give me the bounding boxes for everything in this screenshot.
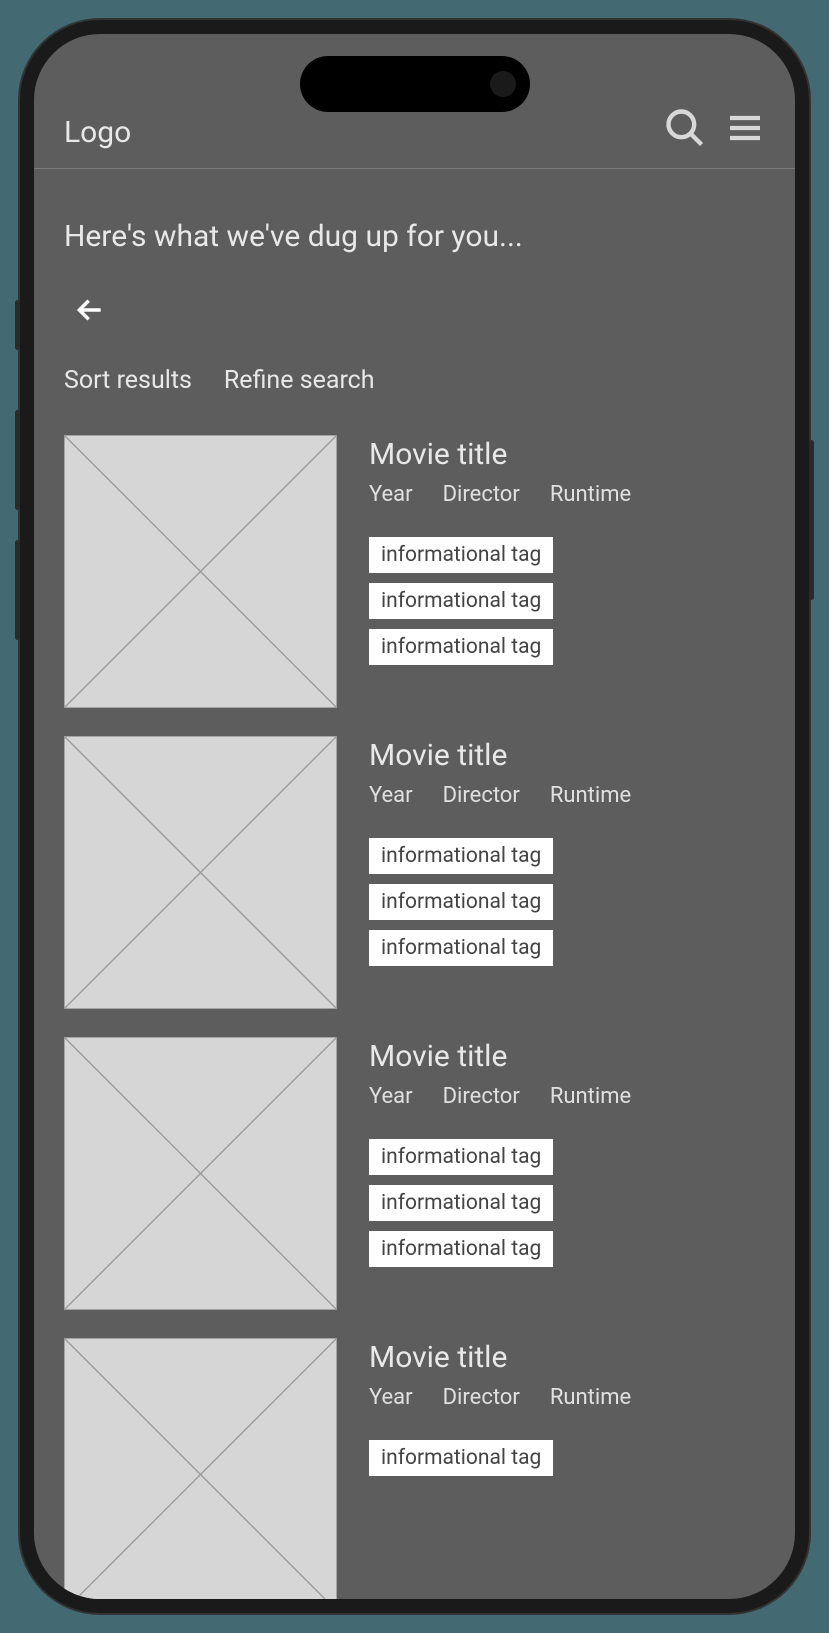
meta-director: Director	[443, 1385, 520, 1410]
sort-results-link[interactable]: Sort results	[64, 366, 192, 395]
meta-row: Year Director Runtime	[369, 783, 765, 808]
back-button[interactable]	[74, 294, 106, 326]
meta-year: Year	[369, 1385, 413, 1410]
info-tag[interactable]: informational tag	[369, 537, 553, 573]
meta-runtime: Runtime	[550, 1084, 631, 1109]
movie-poster-placeholder[interactable]	[64, 736, 337, 1009]
result-item[interactable]: Movie title Year Director Runtime informatio…	[64, 1037, 765, 1310]
meta-runtime: Runtime	[550, 783, 631, 808]
info-tag[interactable]: informational tag	[369, 930, 553, 966]
meta-director: Director	[443, 783, 520, 808]
meta-director: Director	[443, 482, 520, 507]
meta-year: Year	[369, 482, 413, 507]
tag-list: informational tag informational tag inform…	[369, 838, 765, 966]
tag-list: informational tag informational tag inform…	[369, 1139, 765, 1267]
phone-side-button	[15, 540, 20, 640]
meta-runtime: Runtime	[550, 1385, 631, 1410]
info-tag[interactable]: informational tag	[369, 838, 553, 874]
result-item[interactable]: Movie title Year Director Runtime informatio…	[64, 435, 765, 708]
meta-row: Year Director Runtime	[369, 1385, 765, 1410]
meta-year: Year	[369, 783, 413, 808]
meta-year: Year	[369, 1084, 413, 1109]
phone-side-button	[15, 300, 20, 350]
phone-side-button	[15, 410, 20, 510]
refine-search-link[interactable]: Refine search	[224, 366, 375, 395]
content-area: Here's what we've dug up for you... Sort…	[34, 169, 795, 1599]
info-tag[interactable]: informational tag	[369, 629, 553, 665]
phone-camera	[490, 71, 516, 97]
menu-icon[interactable]	[725, 108, 765, 148]
movie-title: Movie title	[369, 738, 765, 773]
movie-title: Movie title	[369, 1340, 765, 1375]
phone-notch	[300, 56, 530, 112]
top-icons	[663, 106, 765, 150]
movie-title: Movie title	[369, 1039, 765, 1074]
meta-row: Year Director Runtime	[369, 482, 765, 507]
movie-title: Movie title	[369, 437, 765, 472]
phone-screen: Logo Here's what we've d	[34, 34, 795, 1599]
tag-list: informational tag informational tag inform…	[369, 537, 765, 665]
meta-runtime: Runtime	[550, 482, 631, 507]
results-list: Movie title Year Director Runtime informatio…	[64, 435, 765, 1599]
result-item[interactable]: Movie title Year Director Runtime informatio…	[64, 736, 765, 1009]
result-info: Movie title Year Director Runtime informatio…	[369, 435, 765, 708]
phone-side-button	[809, 440, 814, 600]
movie-poster-placeholder[interactable]	[64, 1037, 337, 1310]
movie-poster-placeholder[interactable]	[64, 1338, 337, 1599]
meta-director: Director	[443, 1084, 520, 1109]
info-tag[interactable]: informational tag	[369, 583, 553, 619]
tag-list: informational tag	[369, 1440, 765, 1476]
search-icon[interactable]	[663, 106, 707, 150]
info-tag[interactable]: informational tag	[369, 884, 553, 920]
result-info: Movie title Year Director Runtime informatio…	[369, 736, 765, 1009]
filter-row: Sort results Refine search	[64, 366, 765, 395]
result-info: Movie title Year Director Runtime informatio…	[369, 1037, 765, 1310]
movie-poster-placeholder[interactable]	[64, 435, 337, 708]
meta-row: Year Director Runtime	[369, 1084, 765, 1109]
page-heading: Here's what we've dug up for you...	[64, 219, 765, 254]
phone-frame: Logo Here's what we've d	[20, 20, 809, 1613]
result-info: Movie title Year Director Runtime informatio…	[369, 1338, 765, 1599]
result-item[interactable]: Movie title Year Director Runtime informatio…	[64, 1338, 765, 1599]
info-tag[interactable]: informational tag	[369, 1231, 553, 1267]
info-tag[interactable]: informational tag	[369, 1139, 553, 1175]
info-tag[interactable]: informational tag	[369, 1185, 553, 1221]
logo[interactable]: Logo	[64, 115, 131, 150]
info-tag[interactable]: informational tag	[369, 1440, 553, 1476]
